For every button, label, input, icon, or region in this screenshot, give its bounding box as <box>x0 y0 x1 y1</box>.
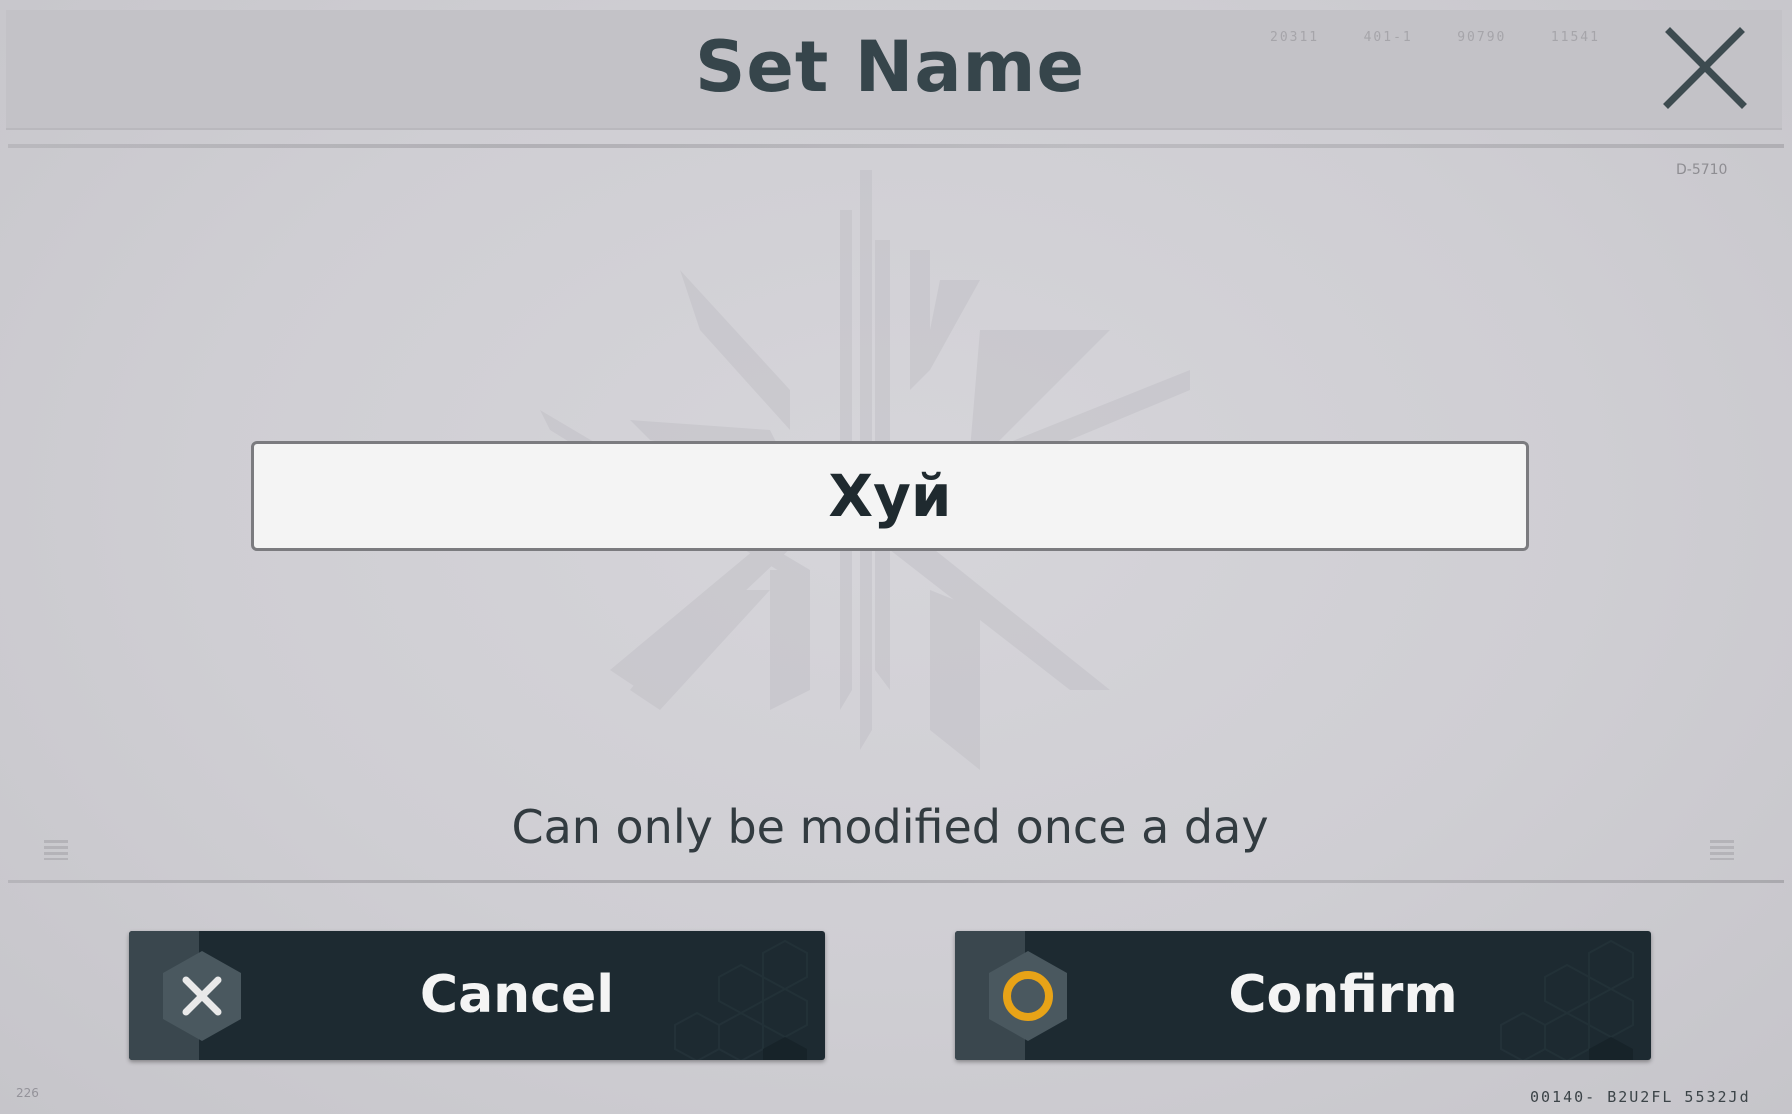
confirm-button[interactable]: Confirm <box>955 931 1651 1060</box>
cancel-button[interactable]: Cancel <box>129 931 825 1060</box>
close-button[interactable] <box>1660 24 1748 112</box>
footer-divider <box>8 880 1784 883</box>
corner-code: D-5710 <box>1676 162 1728 178</box>
serial-code: 90790 <box>1457 30 1507 45</box>
serial-codes: 20311 401-1 90790 11541 <box>1270 30 1600 45</box>
footer-code-left: 226 <box>16 1086 39 1100</box>
modification-hint: Can only be modified once a day <box>511 800 1269 854</box>
honeycomb-pattern-icon <box>1500 939 1634 1060</box>
close-x-icon <box>1663 27 1747 109</box>
serial-code: 11541 <box>1550 30 1600 45</box>
name-input[interactable] <box>251 441 1529 551</box>
honeycomb-pattern-icon <box>674 939 808 1060</box>
side-marker-left <box>44 840 68 860</box>
serial-code: 401-1 <box>1363 30 1413 45</box>
serial-code: 20311 <box>1270 30 1320 45</box>
header-divider <box>8 144 1784 148</box>
side-marker-right <box>1710 840 1734 860</box>
dialog-frame: Set Name 20311 401-1 90790 11541 D-5710 <box>0 0 1792 1114</box>
footer-code-right: 00140- B2U2FL 5532Jd <box>1530 1088 1751 1106</box>
